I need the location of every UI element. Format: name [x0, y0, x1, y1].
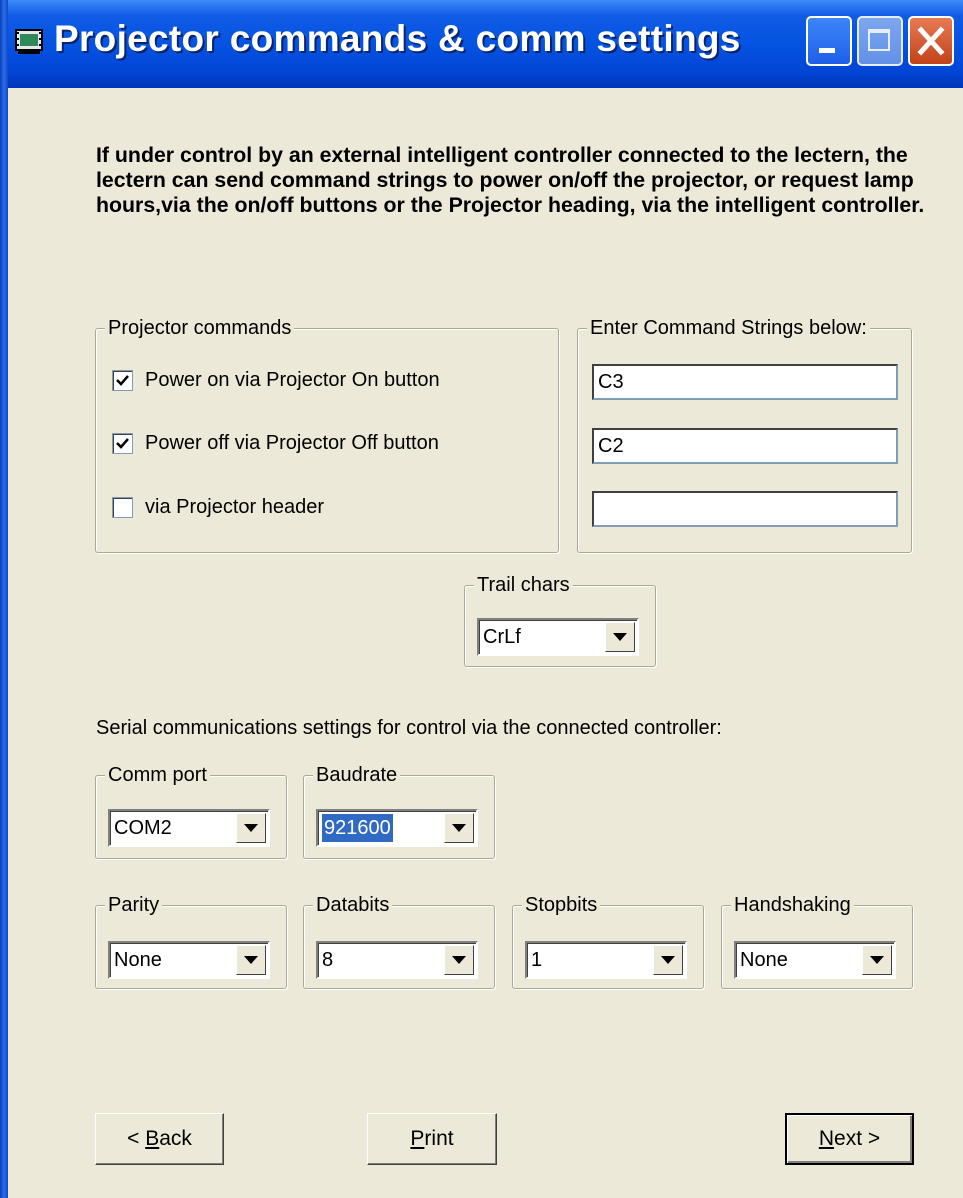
handshaking-group: Handshaking None [721, 892, 913, 989]
projector-commands-legend: Projector commands [105, 315, 295, 341]
print-button[interactable]: Print [367, 1113, 497, 1165]
maximize-icon[interactable] [857, 16, 903, 66]
databits-select[interactable]: 8 [316, 941, 478, 979]
baudrate-value: 921600 [321, 813, 394, 843]
back-button-prefix: < [127, 1127, 146, 1150]
command-strings-legend: Enter Command Strings below: [587, 315, 870, 341]
window-title: Projector commands & comm settings [54, 18, 741, 59]
baudrate-select[interactable]: 921600 [316, 809, 478, 847]
baudrate-legend: Baudrate [313, 762, 401, 788]
chevron-down-icon[interactable] [444, 945, 474, 975]
trail-chars-group: Trail chars CrLf [464, 572, 656, 667]
checkmark-icon [116, 374, 129, 386]
trail-chars-value: CrLf [483, 626, 521, 648]
handshaking-value: None [740, 949, 788, 971]
stopbits-value: 1 [531, 949, 543, 971]
checkmark-icon [116, 437, 129, 449]
print-button-label: rint [424, 1127, 454, 1150]
title-bar[interactable]: Projector commands & comm settings [0, 0, 963, 88]
minimize-icon[interactable] [806, 16, 852, 66]
chevron-down-icon[interactable] [862, 945, 892, 975]
trail-chars-legend: Trail chars [474, 572, 573, 598]
projector-header-checkbox[interactable] [112, 496, 133, 518]
power-off-checkbox[interactable] [112, 432, 133, 454]
parity-value: None [114, 949, 162, 971]
projector-commands-group: Projector commands Power on via Projecto… [95, 315, 559, 553]
power-off-command-input[interactable]: C2 [592, 428, 898, 464]
window-frame [0, 0, 8, 1198]
baudrate-group: Baudrate 921600 [303, 762, 495, 859]
serial-settings-label: Serial communications settings for contr… [96, 717, 722, 739]
next-button-mnemonic: N [818, 1127, 835, 1150]
stopbits-select[interactable]: 1 [525, 941, 687, 979]
power-on-label: Power on via Projector On button [145, 368, 440, 391]
databits-legend: Databits [313, 892, 393, 918]
next-button-label: ext > [834, 1127, 881, 1150]
stopbits-legend: Stopbits [522, 892, 601, 918]
parity-group: Parity None [95, 892, 287, 989]
power-on-command-input[interactable]: C3 [592, 364, 898, 400]
back-button[interactable]: < Back [95, 1113, 224, 1165]
stopbits-group: Stopbits 1 [512, 892, 704, 989]
dialog-window: Projector commands & comm settings If un… [0, 0, 963, 1198]
databits-group: Databits 8 [303, 892, 495, 989]
command-strings-group: Enter Command Strings below: C3 C2 [577, 315, 912, 553]
intro-text: If under control by an external intellig… [96, 143, 925, 217]
projector-header-label: via Projector header [145, 495, 324, 518]
chevron-down-icon[interactable] [605, 622, 635, 652]
projector-header-option[interactable]: via Projector header [112, 492, 324, 522]
back-button-mnemonic: B [145, 1127, 160, 1150]
trail-chars-select[interactable]: CrLf [477, 618, 639, 656]
power-on-option[interactable]: Power on via Projector On button [112, 365, 440, 395]
comm-port-value: COM2 [114, 817, 172, 839]
close-icon[interactable] [908, 16, 954, 66]
chevron-down-icon[interactable] [444, 813, 474, 843]
chevron-down-icon[interactable] [236, 813, 266, 843]
comm-port-select[interactable]: COM2 [108, 809, 270, 847]
comm-port-legend: Comm port [105, 762, 210, 788]
handshaking-legend: Handshaking [731, 892, 854, 918]
power-off-label: Power off via Projector Off button [145, 431, 439, 454]
parity-select[interactable]: None [108, 941, 270, 979]
power-on-checkbox[interactable] [112, 369, 133, 391]
handshaking-select[interactable]: None [734, 941, 896, 979]
comm-port-group: Comm port COM2 [95, 762, 287, 859]
chevron-down-icon[interactable] [236, 945, 266, 975]
header-command-input[interactable] [592, 491, 898, 527]
back-button-label: ack [159, 1127, 192, 1150]
parity-legend: Parity [105, 892, 163, 918]
print-button-mnemonic: P [410, 1127, 425, 1150]
next-button[interactable]: Next > [785, 1113, 914, 1165]
projector-icon [15, 29, 43, 54]
power-off-option[interactable]: Power off via Projector Off button [112, 428, 439, 458]
databits-value: 8 [322, 949, 334, 971]
chevron-down-icon[interactable] [653, 945, 683, 975]
